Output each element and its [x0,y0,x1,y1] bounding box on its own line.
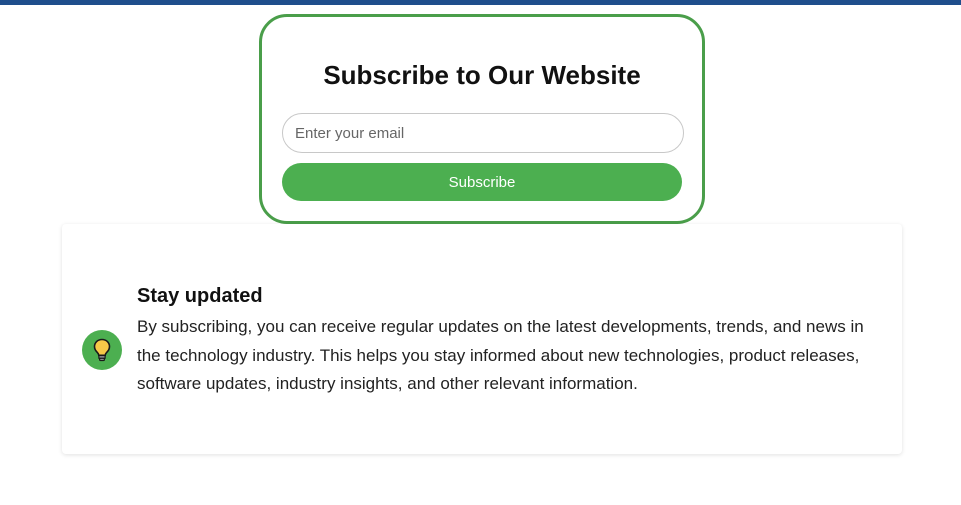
subscribe-button[interactable]: Subscribe [282,163,682,201]
info-body: By subscribing, you can receive regular … [137,317,864,393]
info-card: Stay updated By subscribing, you can rec… [62,224,902,454]
info-text-block: Stay updated By subscribing, you can rec… [137,284,867,399]
email-input[interactable] [282,113,684,153]
subscribe-card: Subscribe to Our Website Subscribe [259,14,705,224]
subscribe-title: Subscribe to Our Website [323,60,641,90]
lightbulb-icon [93,338,111,362]
lightbulb-badge [82,330,122,370]
top-accent-bar [0,0,961,5]
info-title: Stay updated [137,285,263,307]
